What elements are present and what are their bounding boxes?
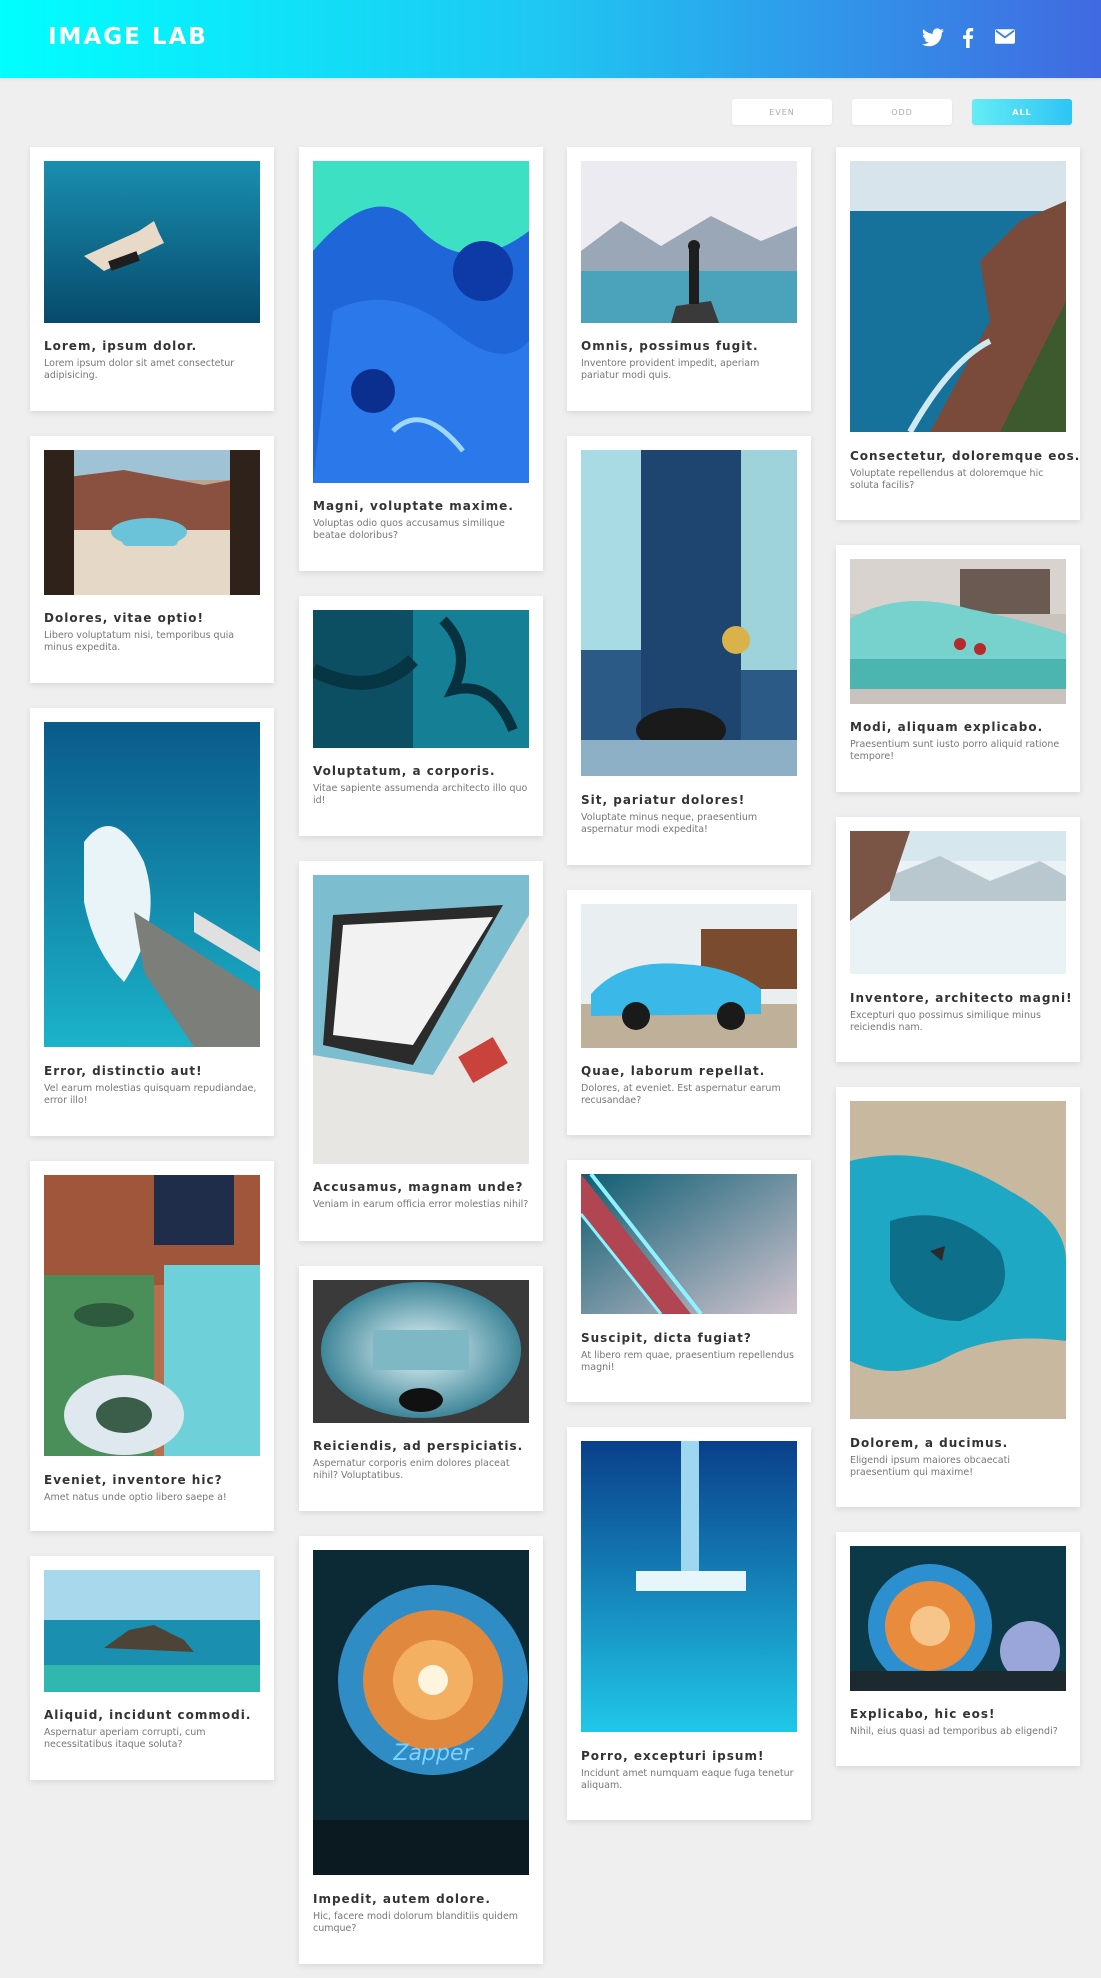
gallery-card[interactable]: Lorem, ipsum dolor. Lorem ipsum dolor si… bbox=[30, 147, 274, 411]
gallery-card[interactable]: Error, distinctio aut! Vel earum molesti… bbox=[30, 708, 274, 1136]
filter-odd-button[interactable]: ODD bbox=[852, 99, 952, 125]
gallery-card[interactable]: Dolorem, a ducimus. Eligendi ipsum maior… bbox=[836, 1087, 1080, 1507]
gallery-card[interactable]: Inventore, architecto magni! Excepturi q… bbox=[836, 817, 1080, 1062]
card-image bbox=[581, 1441, 797, 1732]
card-description: Hic, facere modi dolorum blanditiis quid… bbox=[313, 1911, 519, 1934]
card-image bbox=[581, 1174, 797, 1314]
card-image: Zapper bbox=[313, 1550, 529, 1875]
gallery-card[interactable]: Zapper Impedit, autem dolore. Hic, facer… bbox=[299, 1536, 543, 1964]
gallery-card[interactable]: Reiciendis, ad perspiciatis. Aspernatur … bbox=[299, 1266, 543, 1511]
gallery-card[interactable]: Omnis, possimus fugit. Inventore provide… bbox=[567, 147, 811, 411]
gallery-card[interactable]: Sit, pariatur dolores! Voluptate minus n… bbox=[567, 436, 811, 865]
card-title: Modi, aliquam explicabo. bbox=[850, 720, 1044, 734]
gallery-card[interactable]: Quae, laborum repellat. Dolores, at even… bbox=[567, 890, 811, 1135]
card-description: Nihil, eius quasi ad temporibus ab elige… bbox=[850, 1726, 1058, 1737]
twitter-icon[interactable] bbox=[922, 28, 944, 51]
card-description: Libero voluptatum nisi, temporibus quia … bbox=[44, 630, 235, 653]
card-description: Praesentium sunt iusto porro aliquid rat… bbox=[850, 739, 1060, 762]
card-title: Explicabo, hic eos! bbox=[850, 1707, 996, 1721]
gallery-card[interactable]: Modi, aliquam explicabo. Praesentium sun… bbox=[836, 545, 1080, 792]
gallery-card[interactable]: Dolores, vitae optio! Libero voluptatum … bbox=[30, 436, 274, 683]
gallery-card[interactable]: Accusamus, magnam unde? Veniam in earum … bbox=[299, 861, 543, 1241]
card-title: Dolorem, a ducimus. bbox=[850, 1436, 1009, 1450]
card-image bbox=[850, 831, 1066, 974]
card-description: Voluptas odio quos accusamus similique b… bbox=[313, 518, 505, 541]
card-description: Aspernatur aperiam corrupti, cum necessi… bbox=[44, 1727, 206, 1750]
gallery-card[interactable]: Magni, voluptate maxime. Voluptas odio q… bbox=[299, 147, 543, 571]
card-description: Voluptate repellendus at doloremque hic … bbox=[850, 468, 1044, 491]
card-image bbox=[581, 450, 797, 776]
card-image bbox=[313, 875, 529, 1164]
card-description: Inventore provident impedit, aperiam par… bbox=[581, 358, 760, 381]
card-image bbox=[581, 904, 797, 1048]
card-title: Aliquid, incidunt commodi. bbox=[44, 1708, 252, 1722]
card-image bbox=[850, 161, 1066, 432]
card-title: Sit, pariatur dolores! bbox=[581, 793, 746, 807]
card-title: Inventore, architecto magni! bbox=[850, 991, 1073, 1005]
site-logo[interactable]: IMAGE LAB bbox=[48, 24, 208, 50]
gallery-card[interactable]: Voluptatum, a corporis. Vitae sapiente a… bbox=[299, 596, 543, 836]
card-title: Error, distinctio aut! bbox=[44, 1064, 203, 1078]
card-image bbox=[313, 1280, 529, 1423]
card-description: Amet natus unde optio libero saepe a! bbox=[44, 1492, 227, 1503]
card-image bbox=[44, 450, 260, 595]
card-image bbox=[581, 161, 797, 323]
card-description: Aspernatur corporis enim dolores placeat… bbox=[313, 1458, 510, 1481]
card-image bbox=[44, 161, 260, 323]
card-image bbox=[850, 1546, 1066, 1691]
facebook-icon[interactable] bbox=[962, 28, 974, 52]
filter-all-button[interactable]: ALL bbox=[972, 99, 1072, 125]
card-image bbox=[850, 1101, 1066, 1419]
card-title: Impedit, autem dolore. bbox=[313, 1892, 491, 1906]
card-title: Consectetur, doloremque eos. bbox=[850, 449, 1081, 463]
top-header: IMAGE LAB bbox=[0, 0, 1101, 78]
svg-text:Zapper: Zapper bbox=[392, 1741, 474, 1766]
card-title: Voluptatum, a corporis. bbox=[313, 764, 496, 778]
gallery-card[interactable]: Suscipit, dicta fugiat? At libero rem qu… bbox=[567, 1160, 811, 1402]
gallery-card[interactable]: Porro, excepturi ipsum! Incidunt amet nu… bbox=[567, 1427, 811, 1820]
card-image bbox=[313, 161, 529, 483]
card-image bbox=[850, 559, 1066, 704]
card-title: Porro, excepturi ipsum! bbox=[581, 1749, 765, 1763]
card-title: Omnis, possimus fugit. bbox=[581, 339, 759, 353]
gallery-card[interactable]: Eveniet, inventore hic? Amet natus unde … bbox=[30, 1161, 274, 1531]
filter-bar: EVEN ODD ALL bbox=[0, 99, 1101, 125]
card-title: Accusamus, magnam unde? bbox=[313, 1180, 524, 1194]
card-image bbox=[44, 1175, 260, 1456]
card-title: Suscipit, dicta fugiat? bbox=[581, 1331, 752, 1345]
card-description: Excepturi quo possimus similique minus r… bbox=[850, 1010, 1041, 1033]
card-description: Incidunt amet numquam eaque fuga tenetur… bbox=[581, 1768, 794, 1791]
gallery-card[interactable]: Consectetur, doloremque eos. Voluptate r… bbox=[836, 147, 1080, 520]
card-title: Quae, laborum repellat. bbox=[581, 1064, 766, 1078]
card-title: Eveniet, inventore hic? bbox=[44, 1473, 223, 1487]
card-description: Dolores, at eveniet. Est aspernatur earu… bbox=[581, 1083, 781, 1106]
filter-even-button[interactable]: EVEN bbox=[732, 99, 832, 125]
gallery-card[interactable]: Explicabo, hic eos! Nihil, eius quasi ad… bbox=[836, 1532, 1080, 1766]
card-description: Veniam in earum officia error molestias … bbox=[313, 1199, 529, 1210]
gallery-card[interactable]: Aliquid, incidunt commodi. Aspernatur ap… bbox=[30, 1556, 274, 1780]
card-title: Dolores, vitae optio! bbox=[44, 611, 204, 625]
card-description: Voluptate minus neque, praesentium asper… bbox=[581, 812, 758, 835]
card-description: At libero rem quae, praesentium repellen… bbox=[581, 1350, 794, 1373]
card-description: Lorem ipsum dolor sit amet consectetur a… bbox=[44, 358, 235, 381]
card-image bbox=[44, 1570, 260, 1692]
card-image bbox=[313, 610, 529, 748]
card-title: Reiciendis, ad perspiciatis. bbox=[313, 1439, 524, 1453]
mail-icon[interactable] bbox=[995, 28, 1015, 49]
card-image bbox=[44, 722, 260, 1047]
card-description: Vel earum molestias quisquam repudiandae… bbox=[44, 1083, 257, 1106]
card-description: Eligendi ipsum maiores obcaecati praesen… bbox=[850, 1455, 1010, 1478]
card-title: Magni, voluptate maxime. bbox=[313, 499, 514, 513]
card-description: Vitae sapiente assumenda architecto illo… bbox=[313, 783, 528, 806]
card-title: Lorem, ipsum dolor. bbox=[44, 339, 198, 353]
